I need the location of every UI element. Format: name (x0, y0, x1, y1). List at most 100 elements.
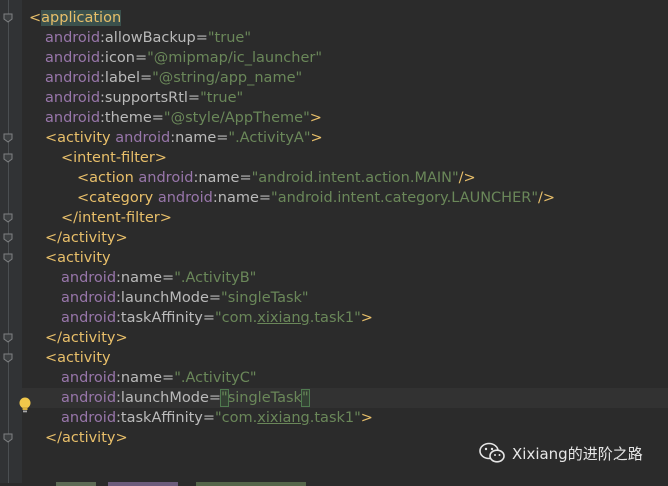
code-line[interactable]: android:label="@string/app_name" (22, 68, 668, 88)
code-token: /> (538, 190, 556, 206)
code-line[interactable]: </activity> (22, 328, 668, 348)
code-token: :label= (100, 70, 153, 86)
code-token: android (45, 30, 101, 46)
fold-marker-icon[interactable] (2, 213, 14, 223)
code-line[interactable]: <category android:name="android.intent.c… (22, 188, 668, 208)
code-token: xixiang (257, 410, 310, 426)
code-token: android (45, 50, 101, 66)
code-line[interactable]: android:name=".ActivityB" (22, 268, 668, 288)
code-line[interactable]: android:allowBackup="true" (22, 28, 668, 48)
code-line[interactable]: <activity (22, 348, 668, 368)
code-token: android (138, 170, 194, 186)
code-token: .task1" (309, 310, 361, 326)
code-token: "true" (207, 30, 251, 46)
code-token: :name= (170, 130, 229, 146)
code-token: :icon= (100, 50, 148, 66)
code-token: "@style/AppTheme" (163, 110, 310, 126)
fold-marker-icon[interactable] (2, 133, 14, 143)
code-token: :allowBackup= (100, 30, 208, 46)
code-token: <activity (45, 250, 111, 266)
code-line[interactable]: android:theme="@style/AppTheme"> (22, 108, 668, 128)
fold-marker-icon[interactable] (2, 333, 14, 343)
code-token: "android.intent.action.MAIN" (251, 170, 459, 186)
code-token: :name= (116, 270, 175, 286)
code-token: "com. (215, 410, 258, 426)
code-token: android (61, 290, 117, 306)
code-line[interactable]: </intent-filter> (22, 208, 668, 228)
code-token: ".ActivityA" (228, 130, 311, 146)
fold-marker-icon[interactable] (2, 353, 14, 363)
code-token: < (29, 10, 42, 26)
code-token: " (300, 389, 310, 407)
code-token: :name= (193, 170, 252, 186)
code-token: <action (77, 170, 139, 186)
code-token: :theme= (100, 110, 164, 126)
cut-off-line (46, 474, 366, 486)
code-token: android (61, 390, 117, 406)
code-line[interactable]: android:name=".ActivityC" (22, 368, 668, 388)
code-token: </activity> (45, 430, 128, 446)
fold-marker-icon[interactable] (2, 433, 14, 443)
code-token: "singleTask" (221, 290, 309, 306)
code-token: "com. (215, 310, 258, 326)
code-token: :launchMode= (116, 290, 222, 306)
code-line[interactable]: android:icon="@mipmap/ic_launcher" (22, 48, 668, 68)
code-token: :name= (116, 370, 175, 386)
lightbulb-icon[interactable] (17, 396, 33, 414)
code-token: ".ActivityC" (174, 370, 257, 386)
code-token: xixiang (257, 310, 310, 326)
code-line[interactable]: </activity> (22, 228, 668, 248)
code-line[interactable]: android:taskAffinity="com.xixiang.task1"… (22, 308, 668, 328)
code-token: application (41, 10, 122, 26)
code-line[interactable]: android:launchMode="singleTask" (22, 288, 668, 308)
code-token: :taskAffinity= (116, 410, 216, 426)
code-token: "android.intent.category.LAUNCHER" (271, 190, 538, 206)
fold-marker-icon[interactable] (2, 153, 14, 163)
code-token: :name= (212, 190, 272, 206)
code-token: " (220, 389, 229, 407)
code-token: android (45, 110, 101, 126)
code-token: android (61, 310, 117, 326)
fold-marker-icon[interactable] (2, 13, 14, 23)
code-token: "true" (200, 90, 244, 106)
code-token: > (360, 310, 373, 326)
code-token: singleTask (227, 390, 302, 406)
code-token: :taskAffinity= (116, 310, 216, 326)
code-token: android (61, 270, 117, 286)
code-token: > (309, 110, 322, 126)
code-token: > (310, 130, 323, 146)
code-token: android (45, 70, 101, 86)
code-token: android (157, 190, 213, 206)
code-token: android (61, 370, 117, 386)
code-line[interactable]: android:taskAffinity="com.xixiang.task1"… (22, 408, 668, 428)
code-line[interactable]: android:launchMode="singleTask" (22, 388, 668, 408)
code-token: "@string/app_name" (152, 70, 303, 86)
watermark-text: Xixiang的进阶之路 (512, 444, 643, 463)
code-token: :supportsRtl= (100, 90, 201, 106)
code-token: </intent-filter> (61, 210, 172, 226)
code-token: <category (77, 190, 158, 206)
code-line[interactable]: <application (22, 8, 668, 28)
code-token: <intent-filter> (61, 150, 167, 166)
code-token: "@mipmap/ic_launcher" (147, 50, 323, 66)
wechat-icon (479, 442, 505, 463)
code-token: </activity> (45, 330, 128, 346)
code-line[interactable]: <action android:name="android.intent.act… (22, 168, 668, 188)
code-line[interactable]: android:supportsRtl="true" (22, 88, 668, 108)
fold-marker-icon[interactable] (2, 253, 14, 263)
code-token: android (115, 130, 171, 146)
code-token: <activity (45, 350, 111, 366)
code-line[interactable]: <intent-filter> (22, 148, 668, 168)
code-token: :launchMode= (116, 390, 222, 406)
code-token: android (61, 410, 117, 426)
code-token: .task1" (309, 410, 361, 426)
code-token: ".ActivityB" (174, 270, 257, 286)
code-token: <activity (45, 130, 116, 146)
code-token: /> (458, 170, 476, 186)
code-token: android (45, 90, 101, 106)
code-line[interactable]: <activity android:name=".ActivityA"> (22, 128, 668, 148)
fold-marker-icon[interactable] (2, 233, 14, 243)
code-line[interactable]: <activity (22, 248, 668, 268)
code-editor[interactable]: <application android:allowBackup="true" an… (22, 8, 668, 483)
code-token: </activity> (45, 230, 128, 246)
